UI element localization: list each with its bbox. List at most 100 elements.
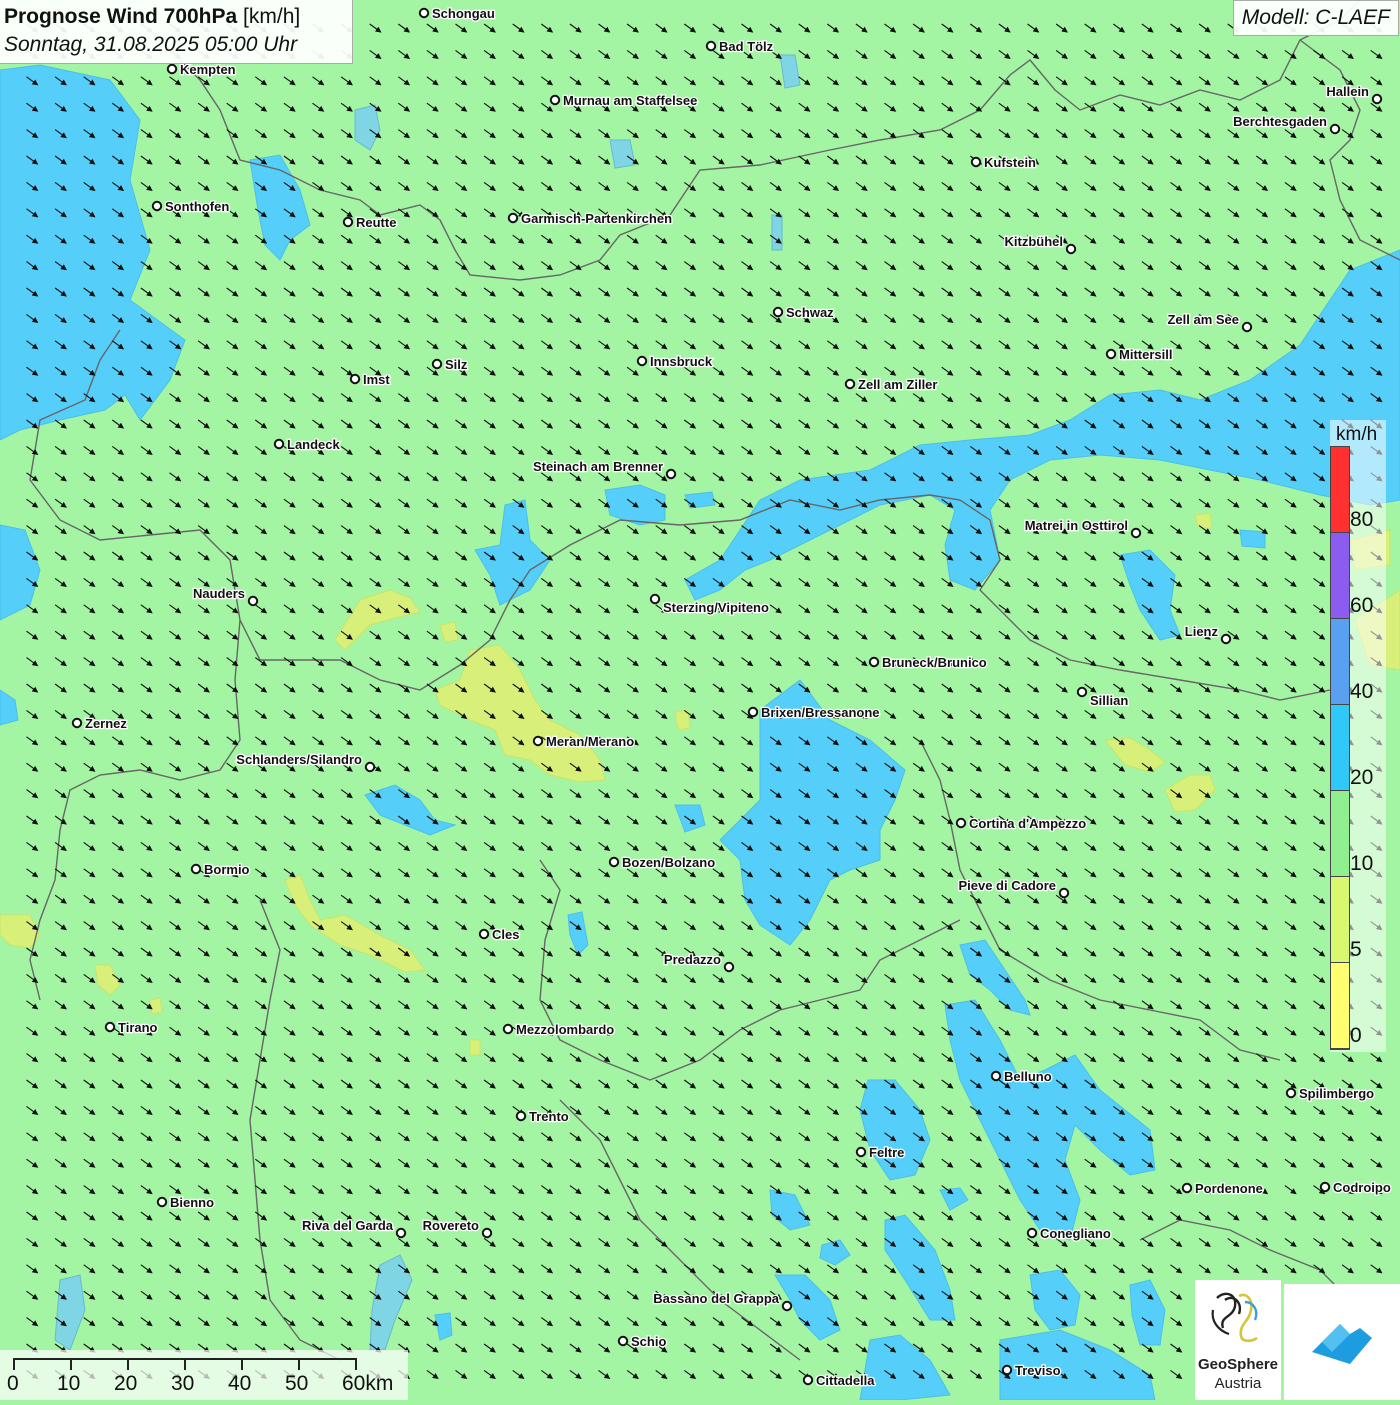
scale-bar-label: 30 [171,1372,195,1395]
legend-color-bar [1330,446,1350,1050]
city-dot [1001,1364,1013,1376]
city-marker: Conegliano [1026,1225,1112,1242]
city-dot [431,358,443,370]
city-dot [342,216,354,228]
city-label: Kufstein [984,155,1036,170]
city-dot [273,438,285,450]
city-label: Bienno [170,1195,214,1210]
city-label: Schlanders/Silandro [236,752,362,767]
city-label: Reutte [356,215,396,230]
city-label: Bozen/Bolzano [622,855,715,870]
city-label: Codroipo [1333,1180,1391,1195]
city-dot [855,1146,867,1158]
city-label: Bad Tölz [719,39,774,54]
city-dot [636,355,648,367]
city-dot [747,706,759,718]
logo-name-line1: GeoSphere [1197,1356,1279,1373]
legend-tick-label: 20 [1350,766,1374,789]
scale-bar-tick [184,1358,186,1370]
city-dot [781,1300,793,1312]
city-label: Brixen/Bressanone [761,705,880,720]
city-dot [772,306,784,318]
map-title: Prognose Wind 700hPa [km/h] [4,3,352,31]
city-label: Kitzbühel [1005,234,1064,249]
city-label: Bassano del Grappa [653,1291,779,1306]
legend-color-segment [1331,877,1349,963]
city-marker: Innsbruck [636,353,714,370]
city-dot [1105,348,1117,360]
model-label: Modell: C-LAEF [1232,0,1399,36]
city-label: Predazzo [664,952,721,967]
city-label: Spilimbergo [1299,1086,1374,1101]
city-dot [1181,1182,1193,1194]
city-dot [71,717,83,729]
city-label: Matrei in Osttirol [1025,518,1128,533]
city-label: Rovereto [423,1218,479,1233]
city-label: Hallein [1326,84,1369,99]
title-box: Prognose Wind 700hPa [km/h] Sonntag, 31.… [0,0,353,64]
city-dot [166,63,178,75]
city-dot [395,1227,407,1239]
city-dot [955,817,967,829]
city-dot [1329,123,1341,135]
city-dot [1058,887,1070,899]
city-label: Sonthofen [165,199,229,214]
city-dot [705,40,717,52]
city-label: Pieve di Cadore [958,878,1056,893]
city-marker: Spilimbergo [1285,1085,1375,1102]
city-label: Kempten [180,62,236,77]
city-dot [247,595,259,607]
scale-bar-label: 60km [342,1372,394,1395]
city-dot [868,656,880,668]
scale-bar-label: 40 [228,1372,252,1395]
city-marker: Bozen/Bolzano [608,854,717,871]
city-label: Mezzolombardo [516,1022,614,1037]
city-dot [481,1227,493,1239]
geosphere-logo-icon [1211,1292,1258,1343]
legend-color-segment [1331,619,1349,705]
city-dot [990,1070,1002,1082]
scale-bar: 0 10 20 30 40 50 60km [0,1350,408,1400]
city-label: Sterzing/Vipiteno [663,600,769,615]
city-label: Imst [363,372,390,387]
city-dot [515,1110,527,1122]
legend-tick-label: 0 [1350,1024,1362,1047]
legend-color-segment [1331,791,1349,877]
city-dot [608,856,620,868]
city-dot [723,961,735,973]
legend-tick-label: 5 [1350,938,1362,961]
city-marker: Schongau [418,5,496,22]
city-marker: Bruneck/Brunico [868,654,988,671]
city-marker: Zell am Ziller [844,376,939,393]
city-dot [190,863,202,875]
city-dot [1285,1087,1297,1099]
city-label: Schongau [432,6,495,21]
city-dot [649,593,661,605]
city-label: Schwaz [786,305,834,320]
city-label: Feltre [869,1145,904,1160]
city-label: Innsbruck [650,354,713,369]
city-label: Lienz [1185,624,1219,639]
city-label: Tirano [118,1020,158,1035]
forecast-date: Sonntag, 31.08.2025 05:00 Uhr [4,33,298,56]
city-dot [970,156,982,168]
city-dot [665,468,677,480]
logo-name-line2: Austria [1214,1375,1262,1392]
app-logo-icon [1312,1324,1372,1364]
city-label: Zell am See [1167,312,1239,327]
city-label: Cittadella [816,1373,875,1388]
city-dot [532,735,544,747]
city-label: Nauders [193,586,245,601]
legend-color-segment [1331,963,1349,1049]
city-label: Conegliano [1040,1226,1111,1241]
city-dot [1130,527,1142,539]
legend-tick-label: 10 [1350,852,1374,875]
city-label: Sillian [1090,693,1128,708]
legend-tick-label: 40 [1350,680,1374,703]
city-label: Meran/Merano [546,734,634,749]
city-dot [549,94,561,106]
city-label: Trento [529,1109,569,1124]
legend-tick-label: 60 [1350,594,1374,617]
city-dot [617,1335,629,1347]
city-marker: Brixen/Bressanone [747,704,881,721]
